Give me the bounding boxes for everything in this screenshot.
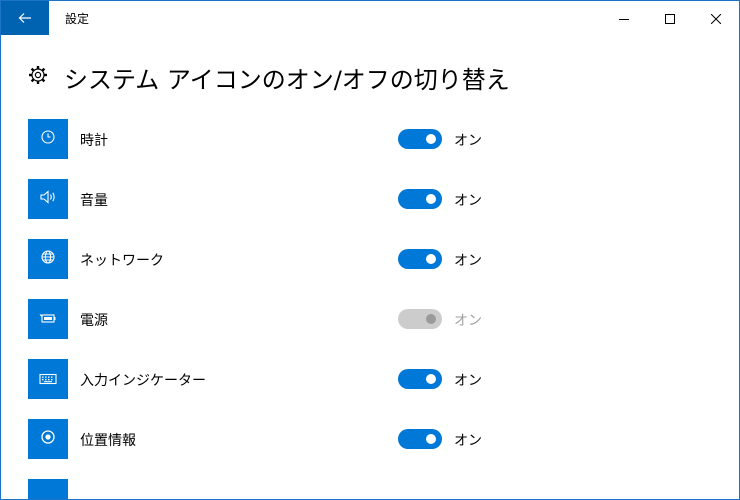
setting-label-input-indicator: 入力インジケーター	[80, 373, 206, 389]
input-indicator-toggle[interactable]	[398, 369, 442, 389]
toggle-knob	[426, 194, 436, 204]
power-tile	[28, 299, 68, 339]
location-tile	[28, 419, 68, 459]
toggle-knob	[426, 254, 436, 264]
maximize-icon	[665, 9, 675, 28]
clock-toggle[interactable]	[398, 129, 442, 149]
toggle-knob	[426, 134, 436, 144]
setting-label-location: 位置情報	[80, 433, 136, 449]
window-title: 設定	[65, 12, 90, 26]
gear-icon	[28, 65, 48, 89]
settings-window: 設定 システム アイコンのオン/オフの切り替え 時計 オン 音量 オン ネットワ…	[0, 0, 740, 500]
minimize-button[interactable]	[601, 1, 647, 35]
setting-label-clock: 時計	[80, 133, 108, 149]
setting-label-volume: 音量	[80, 193, 108, 209]
location-toggle[interactable]	[398, 429, 442, 449]
location-icon	[40, 429, 56, 449]
setting-row-clock: 時計 オン	[28, 119, 718, 159]
setting-label-network: ネットワーク	[80, 253, 164, 269]
location-toggle-state: オン	[454, 433, 482, 449]
speaker-icon	[39, 189, 57, 209]
maximize-button[interactable]	[647, 1, 693, 35]
close-button[interactable]	[693, 1, 739, 35]
globe-icon	[40, 249, 56, 269]
setting-row-input-indicator: 入力インジケーター オン	[28, 359, 718, 399]
setting-row-location: 位置情報 オン	[28, 419, 718, 459]
power-toggle	[398, 309, 442, 329]
setting-row-volume: 音量 オン	[28, 179, 718, 219]
setting-row-network: ネットワーク オン	[28, 239, 718, 279]
page-title: システム アイコンのオン/オフの切り替え	[64, 65, 510, 94]
power-toggle-state: オン	[454, 313, 482, 329]
page-header: システム アイコンのオン/オフの切り替え	[28, 59, 510, 95]
toggle-knob	[426, 314, 436, 324]
close-icon	[710, 9, 722, 28]
back-button[interactable]	[1, 1, 49, 35]
input-indicator-tile	[28, 359, 68, 399]
title-bar: 設定	[1, 1, 739, 35]
clock-toggle-state: オン	[454, 133, 482, 149]
back-arrow-icon	[18, 9, 32, 28]
clock-tile	[28, 119, 68, 159]
input-indicator-toggle-state: オン	[454, 373, 482, 389]
battery-icon	[39, 310, 57, 329]
volume-tile	[28, 179, 68, 219]
toggle-knob	[426, 434, 436, 444]
network-toggle-state: オン	[454, 253, 482, 269]
minimize-icon	[619, 9, 629, 28]
network-toggle[interactable]	[398, 249, 442, 269]
keyboard-icon	[39, 370, 57, 389]
setting-label-power: 電源	[80, 313, 108, 329]
clock-icon	[40, 129, 56, 149]
volume-toggle-state: オン	[454, 193, 482, 209]
toggle-knob	[426, 374, 436, 384]
setting-row-power: 電源 オン	[28, 299, 718, 339]
network-tile	[28, 239, 68, 279]
next-setting-tile	[28, 479, 68, 499]
volume-toggle[interactable]	[398, 189, 442, 209]
